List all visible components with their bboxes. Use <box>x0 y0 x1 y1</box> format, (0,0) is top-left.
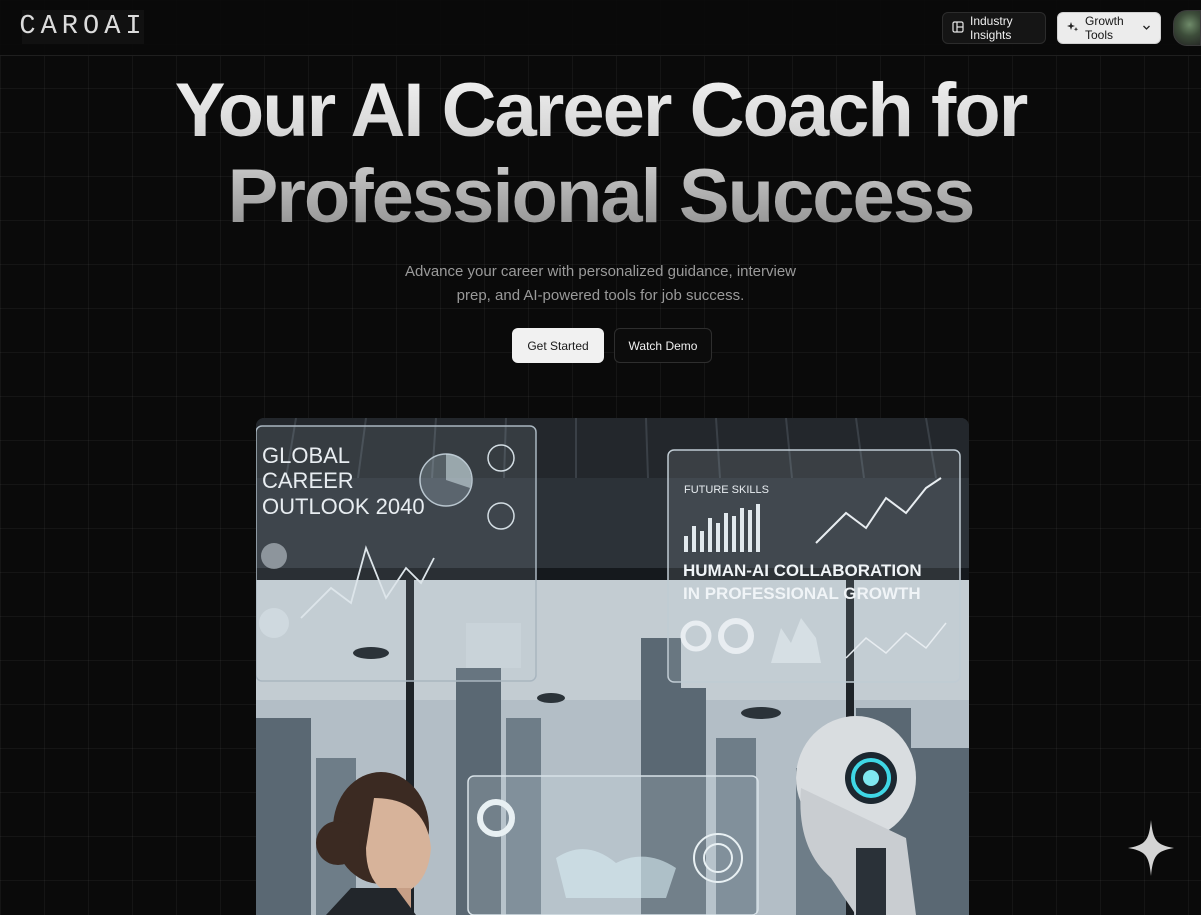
watch-demo-button[interactable]: Watch Demo <box>614 328 712 363</box>
sparkle-icon <box>1128 820 1174 876</box>
left-panel-title-1: GLOBAL <box>262 443 350 468</box>
right-panel-title-2: IN PROFESSIONAL GROWTH <box>683 584 921 603</box>
layout-dashboard-icon <box>952 20 964 36</box>
hero-banner-image: GLOBAL CAREER OUTLOOK 2040 FUTURE SKILLS… <box>256 418 969 915</box>
growth-tools-label: Growth Tools <box>1085 14 1124 42</box>
left-panel-title-3: OUTLOOK 2040 <box>262 494 425 519</box>
hero-title-line-1: Your AI Career Coach for <box>174 68 1027 153</box>
industry-insights-label: Industry Insights <box>970 14 1013 42</box>
industry-insights-button[interactable]: Industry Insights <box>942 12 1046 44</box>
get-started-button[interactable]: Get Started <box>512 328 604 363</box>
right-panel-title-1: HUMAN-AI COLLABORATION <box>683 561 922 580</box>
hero-subtitle-line-2: prep, and AI-powered tools for job succe… <box>456 287 745 304</box>
logo[interactable]: CAROAI <box>19 10 144 44</box>
chevron-down-icon <box>1142 21 1151 35</box>
stars-icon <box>1067 21 1079 36</box>
hero-title-line-2: Professional Success <box>227 154 974 239</box>
hero-subtitle-line-1: Advance your career with personalized gu… <box>404 263 797 280</box>
hero-subtitle: Advance your career with personalized gu… <box>400 260 801 308</box>
user-avatar[interactable] <box>1173 10 1201 46</box>
hero-title: Your AI Career Coach for Professional Su… <box>0 68 1201 240</box>
top-navbar: CAROAI Industry Insights Growth Tools <box>0 0 1201 56</box>
right-panel-label: FUTURE SKILLS <box>684 484 769 496</box>
left-panel-title-2: CAREER <box>262 468 354 493</box>
growth-tools-dropdown[interactable]: Growth Tools <box>1057 12 1161 44</box>
